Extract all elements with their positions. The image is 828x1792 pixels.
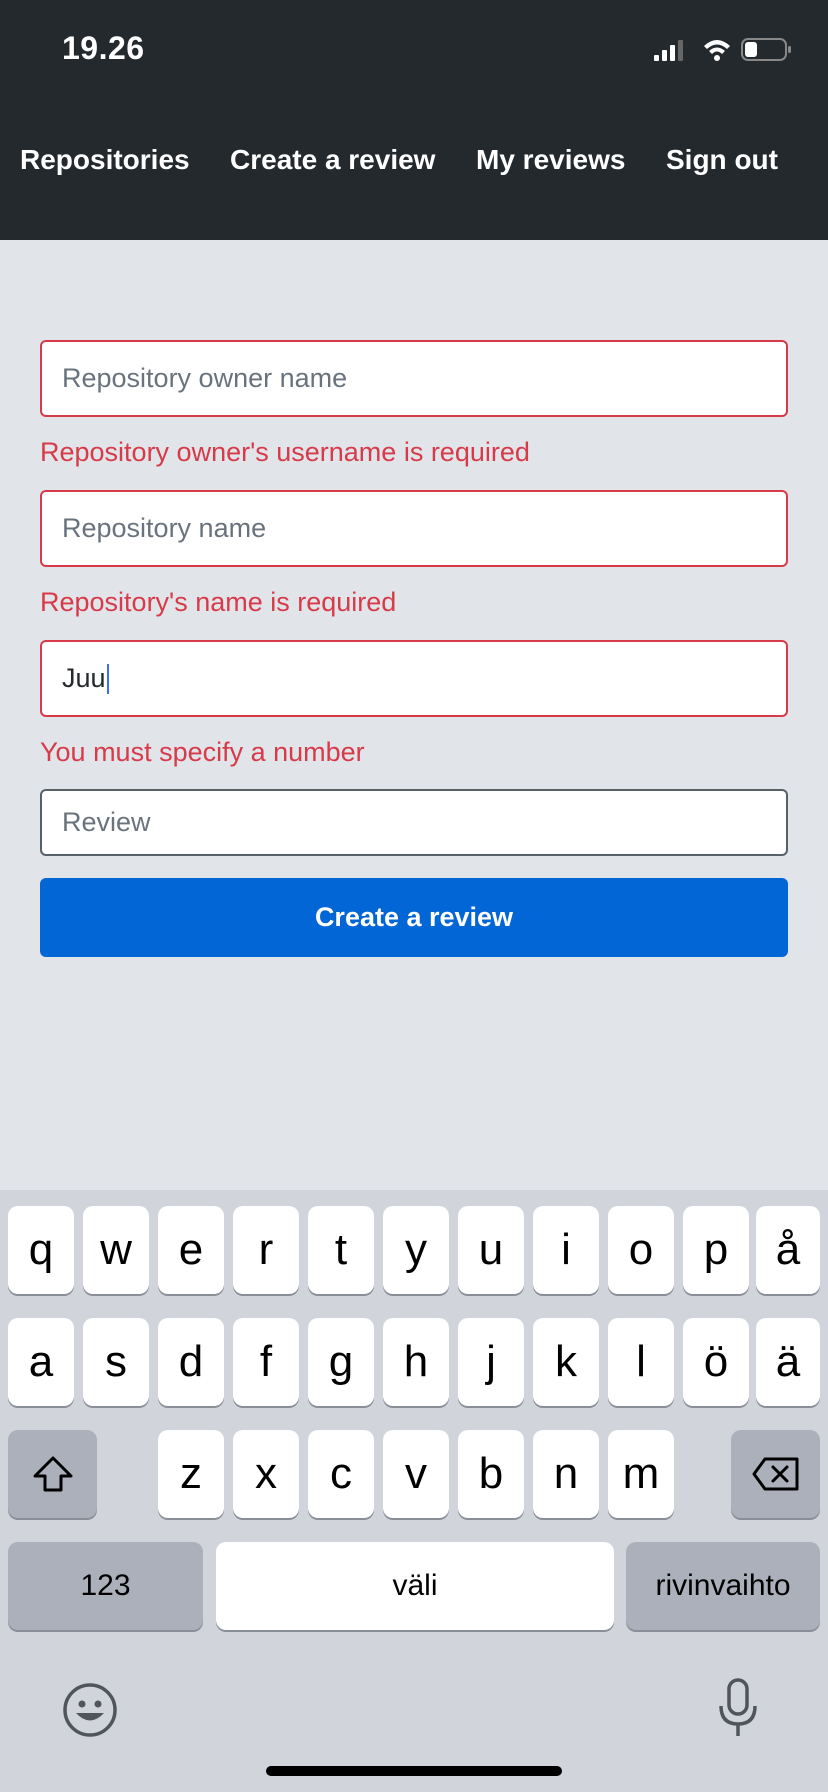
key-k[interactable]: k (533, 1318, 599, 1406)
wifi-icon (704, 40, 730, 61)
key-q[interactable]: q (8, 1206, 74, 1294)
repository-name-input[interactable]: Repository name (40, 490, 788, 567)
review-textarea[interactable]: Review (40, 789, 788, 856)
key-b[interactable]: b (458, 1430, 524, 1518)
status-time: 19.26 (62, 30, 145, 66)
repository-name-error: Repository's name is required (40, 587, 397, 617)
key-f[interactable]: f (233, 1318, 299, 1406)
repository-owner-error: Repository owner's username is required (40, 437, 530, 467)
microphone-icon[interactable] (716, 1678, 760, 1740)
shift-key[interactable] (8, 1430, 97, 1518)
key-i[interactable]: i (533, 1206, 599, 1294)
key-r[interactable]: r (233, 1206, 299, 1294)
rating-input[interactable]: Juu (40, 640, 788, 717)
rating-value: Juu (62, 663, 106, 693)
status-icons (654, 38, 791, 61)
onscreen-keyboard: q w e r t y u i o p å a s d f g h j k l … (0, 1190, 828, 1792)
key-x[interactable]: x (233, 1430, 299, 1518)
key-o[interactable]: o (608, 1206, 674, 1294)
nav-repositories[interactable]: Repositories (20, 144, 190, 176)
nav-my-reviews[interactable]: My reviews (476, 144, 625, 176)
main-nav: Repositories Create a review My reviews … (0, 144, 828, 194)
key-h[interactable]: h (383, 1318, 449, 1406)
key-y[interactable]: y (383, 1206, 449, 1294)
repository-name-placeholder: Repository name (62, 513, 267, 543)
key-d[interactable]: d (158, 1318, 224, 1406)
home-indicator (266, 1766, 562, 1776)
key-w[interactable]: w (83, 1206, 149, 1294)
key-z[interactable]: z (158, 1430, 224, 1518)
emoji-icon[interactable] (62, 1682, 118, 1738)
key-g[interactable]: g (308, 1318, 374, 1406)
backspace-icon (752, 1457, 798, 1491)
key-v[interactable]: v (383, 1430, 449, 1518)
key-t[interactable]: t (308, 1206, 374, 1294)
key-c[interactable]: c (308, 1430, 374, 1518)
battery-icon (741, 38, 791, 61)
key-l[interactable]: l (608, 1318, 674, 1406)
key-p[interactable]: p (683, 1206, 749, 1294)
repository-owner-placeholder: Repository owner name (62, 363, 348, 393)
key-e[interactable]: e (158, 1206, 224, 1294)
return-key[interactable]: rivinvaihto (626, 1542, 820, 1630)
key-s[interactable]: s (83, 1318, 149, 1406)
key-a[interactable]: a (8, 1318, 74, 1406)
key-a-ring[interactable]: å (756, 1206, 820, 1294)
text-caret (106, 663, 109, 694)
nav-create-review[interactable]: Create a review (230, 144, 435, 176)
key-a-umlaut[interactable]: ä (756, 1318, 820, 1406)
repository-owner-input[interactable]: Repository owner name (40, 340, 788, 417)
rating-error: You must specify a number (40, 737, 365, 767)
backspace-key[interactable] (731, 1430, 820, 1518)
signal-icon (654, 40, 683, 61)
key-u[interactable]: u (458, 1206, 524, 1294)
key-o-umlaut[interactable]: ö (683, 1318, 749, 1406)
key-j[interactable]: j (458, 1318, 524, 1406)
space-key[interactable]: väli (216, 1542, 614, 1630)
review-placeholder: Review (62, 807, 151, 837)
key-n[interactable]: n (533, 1430, 599, 1518)
key-m[interactable]: m (608, 1430, 674, 1518)
nav-sign-out[interactable]: Sign out (666, 144, 778, 176)
create-review-button[interactable]: Create a review (40, 878, 788, 957)
numbers-key[interactable]: 123 (8, 1542, 203, 1630)
shift-icon (33, 1456, 72, 1492)
app-header: 19.26 Repositories Create a review My re… (0, 0, 828, 240)
